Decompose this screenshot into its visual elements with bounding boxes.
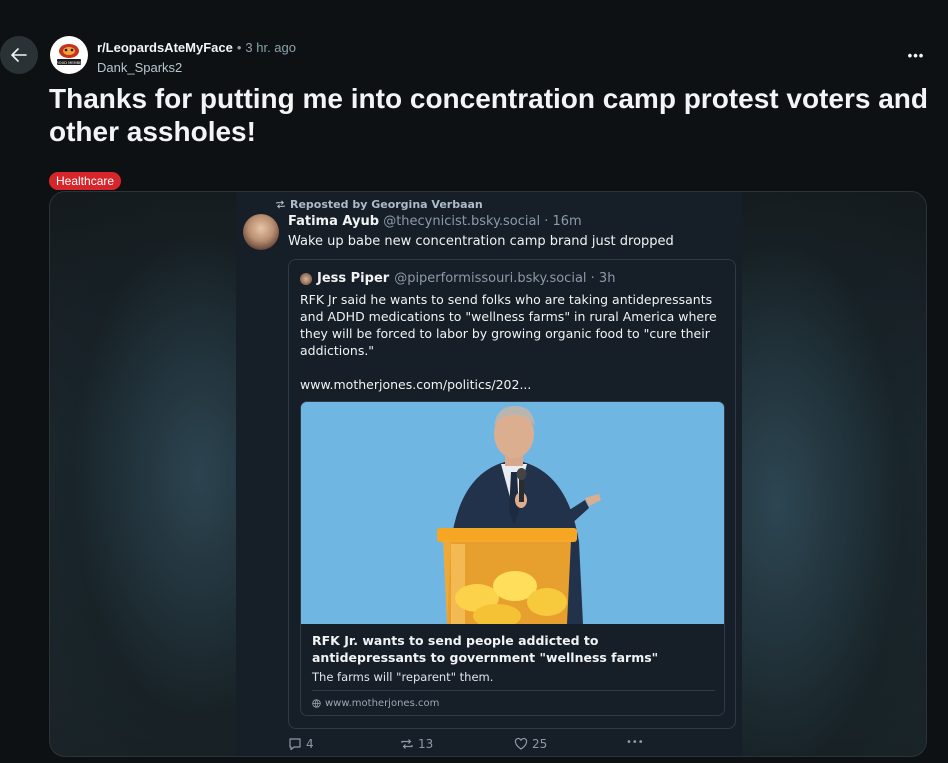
post-time: 3 hr. ago (245, 40, 296, 55)
reply-action: 4 (288, 737, 314, 751)
author-name: Fatima Ayub (288, 214, 380, 229)
repost-action: 13 (400, 737, 433, 751)
quoted-post-body: RFK Jr said he wants to send folks who a… (300, 292, 717, 358)
link-preview-description: The farms will "reparent" them. (312, 670, 494, 684)
repost-icon (276, 200, 285, 209)
bluesky-more-icon: ••• (626, 737, 644, 748)
quoted-post-header: Jess Piper @piperformissouri.bsky.social… (300, 271, 615, 286)
post-title: Thanks for putting me into concentration… (49, 83, 928, 147)
link-preview-image (301, 402, 724, 628)
back-button[interactable] (0, 36, 38, 74)
bluesky-screenshot: Reposted by Georgina Verbaan Fatima Ayub… (236, 192, 742, 756)
post-author[interactable]: Dank_Sparks2 (97, 59, 296, 77)
media-blur-right (740, 192, 926, 756)
repost-count-icon (401, 739, 413, 749)
post-meta: r/LeopardsAteMyFace • 3 hr. ago Dank_Spark… (97, 39, 296, 77)
author-avatar (243, 214, 279, 250)
like-icon (514, 737, 528, 750)
author-handle: @thecynicist.bsky.social · 16m (383, 214, 582, 229)
post-media[interactable]: Reposted by Georgina Verbaan Fatima Ayub… (49, 191, 927, 757)
like-action: 25 (514, 737, 547, 751)
reply-count: 4 (306, 737, 314, 751)
reddit-post-page: PROUD MEMBER r/LeopardsAteMyFace • 3 hr. a… (0, 0, 948, 763)
link-preview-domain-text: www.motherjones.com (325, 698, 440, 709)
globe-icon (312, 699, 321, 708)
quoted-post-link: www.motherjones.com/politics/202... (300, 377, 532, 392)
bluesky-post-header: Fatima Ayub @thecynicist.bsky.social · 1… (288, 214, 582, 229)
quoted-author-avatar (300, 272, 312, 285)
link-preview-card: RFK Jr. wants to send people addicted to… (300, 401, 725, 716)
subreddit-link[interactable]: r/LeopardsAteMyFace (97, 40, 233, 55)
meta-separator: • (236, 40, 242, 55)
bluesky-more-action: ••• (626, 737, 644, 748)
repost-indicator: Reposted by Georgina Verbaan (275, 198, 483, 211)
quoted-author-handle: @piperformissouri.bsky.social · 3h (394, 271, 616, 286)
link-preview-divider (312, 690, 715, 691)
link-preview-domain: www.motherjones.com (312, 698, 439, 709)
quoted-post: Jess Piper @piperformissouri.bsky.social… (288, 259, 736, 729)
bluesky-post-text: Wake up babe new concentration camp bran… (288, 234, 674, 249)
post-flair[interactable]: Healthcare (49, 172, 122, 190)
subreddit-avatar[interactable]: PROUD MEMBER (50, 36, 88, 74)
quoted-author-name: Jess Piper (317, 271, 390, 286)
repost-label: Reposted by Georgina Verbaan (290, 198, 483, 211)
repost-count: 13 (418, 737, 434, 751)
bluesky-action-bar: 4 13 25 ••• (288, 737, 688, 753)
link-preview-title: RFK Jr. wants to send people addicted to… (312, 633, 659, 665)
like-count: 25 (532, 737, 548, 751)
media-blur-left (50, 192, 236, 756)
svg-text:PROUD MEMBER: PROUD MEMBER (54, 61, 84, 65)
subreddit-logo-icon: PROUD MEMBER (52, 38, 86, 72)
rfk-pill-bottle-illustration (301, 402, 724, 628)
more-icon: ••• (907, 47, 925, 63)
back-arrow-icon (11, 48, 27, 62)
reply-icon (289, 738, 301, 751)
more-options-button[interactable]: ••• (904, 45, 928, 65)
